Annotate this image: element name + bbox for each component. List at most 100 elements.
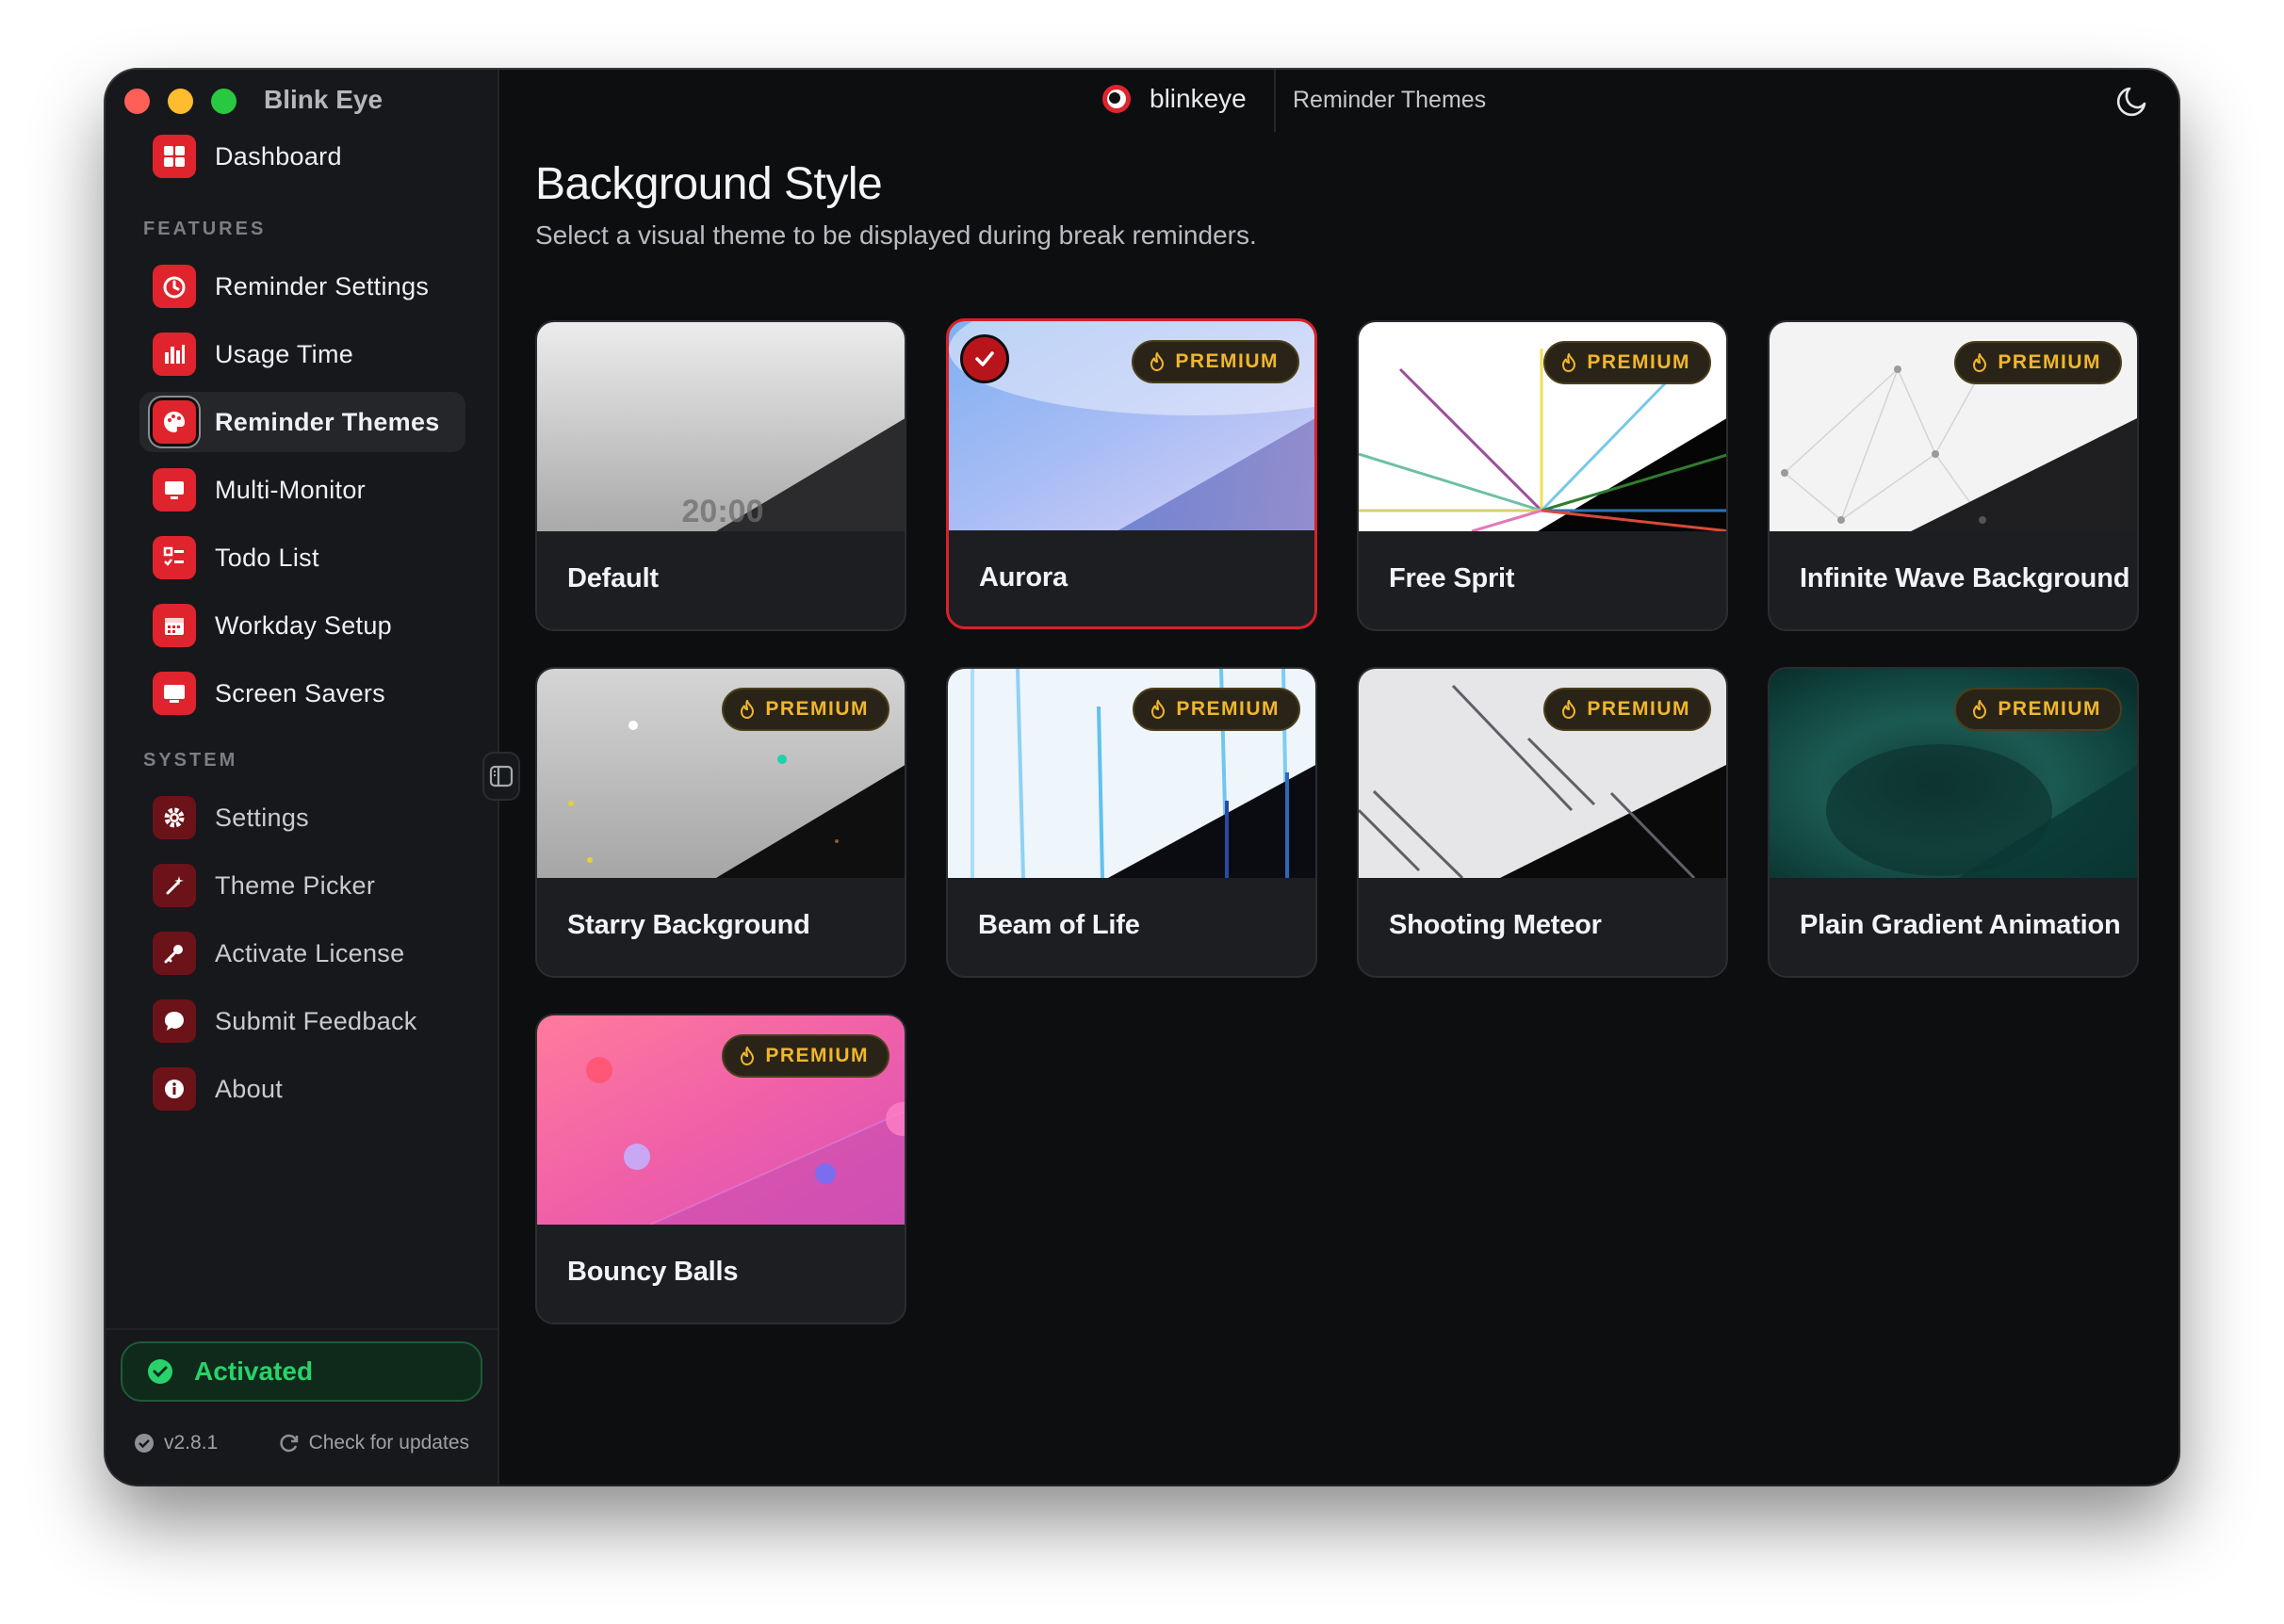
magic-wand-icon [153,864,196,907]
premium-badge: PREMIUM [1954,688,2122,731]
theme-card-shooting-meteor[interactable]: PREMIUM Shooting Meteor [1357,667,1728,978]
premium-badge: PREMIUM [1132,340,1299,383]
sidebar-item-todo-list[interactable]: Todo List [139,528,465,588]
sidebar-item-workday-setup[interactable]: Workday Setup [139,595,465,656]
refresh-icon [279,1434,298,1453]
sidebar-item-about[interactable]: About [139,1059,465,1119]
sidebar-item-label: Dashboard [215,141,342,171]
premium-label: PREMIUM [765,698,869,720]
sidebar-item-label: Settings [215,803,309,832]
theme-card-starry[interactable]: PREMIUM Starry Background [535,667,906,978]
theme-card-title: Aurora [979,562,1068,593]
minimize-window-button[interactable] [168,89,193,114]
premium-badge: PREMIUM [1543,688,1711,731]
sidebar: Blink Eye Dashboard FEATURES Reminder Se… [106,70,499,1485]
sidebar-item-label: Submit Feedback [215,1006,417,1035]
palette-icon [153,400,196,444]
sidebar-item-label: Multi-Monitor [215,475,366,504]
premium-label: PREMIUM [1176,698,1280,720]
sidebar-item-reminder-settings[interactable]: Reminder Settings [139,256,465,317]
calendar-icon [153,604,196,647]
flame-icon [1562,700,1576,719]
license-status-label: Activated [194,1356,314,1386]
sidebar-item-dashboard[interactable]: Dashboard [139,126,465,187]
license-status-button[interactable]: Activated [121,1341,482,1402]
checklist-icon [153,536,196,579]
brand-label: blinkeye [1150,84,1247,113]
sidebar-toggle-button[interactable] [482,752,520,801]
sidebar-item-theme-picker[interactable]: Theme Picker [139,855,465,916]
sidebar-item-label: Theme Picker [215,870,376,900]
sidebar-item-label: Workday Setup [215,610,392,640]
close-window-button[interactable] [124,89,150,114]
sidebar-item-label: Usage Time [215,339,354,368]
theme-card-aurora[interactable]: PREMIUM Aurora [946,318,1317,629]
theme-card-infinite-wave[interactable]: PREMIUM Infinite Wave Background [1768,320,2139,631]
theme-card-beam-of-life[interactable]: PREMIUM Beam of Life [946,667,1317,978]
page-subtitle: Select a visual theme to be displayed du… [535,220,1257,250]
page-title: Background Style [535,159,883,209]
sidebar-footer: v2.8.1 Check for updates [134,1432,469,1454]
premium-badge: PREMIUM [1133,688,1300,731]
sidebar-item-label: About [215,1074,284,1103]
premium-badge: PREMIUM [722,1034,889,1078]
flame-icon [1562,353,1576,372]
theme-card-title: Plain Gradient Animation [1800,910,2121,940]
sidebar-item-settings[interactable]: Settings [139,788,465,848]
sidebar-item-reminder-themes[interactable]: Reminder Themes [139,392,465,452]
system-section-title: SYSTEM [143,750,238,771]
verified-icon [135,1434,154,1453]
blinkeye-logo-icon [1102,85,1131,113]
sidebar-item-submit-feedback[interactable]: Submit Feedback [139,991,465,1051]
sidebar-item-label: Reminder Settings [215,271,430,300]
sidebar-item-usage-time[interactable]: Usage Time [139,324,465,384]
theme-card-title: Beam of Life [978,910,1140,940]
premium-label: PREMIUM [1998,698,2101,720]
premium-badge: PREMIUM [1954,341,2122,384]
version-info: v2.8.1 [134,1432,218,1454]
check-updates-button[interactable]: Check for updates [279,1432,469,1454]
theme-card-free-sprit[interactable]: PREMIUM Free Sprit [1357,320,1728,631]
premium-label: PREMIUM [1998,351,2101,373]
sidebar-item-multi-monitor[interactable]: Multi-Monitor [139,460,465,520]
sidebar-item-label: Reminder Themes [215,407,440,436]
premium-badge: PREMIUM [722,688,889,731]
sidebar-item-screen-savers[interactable]: Screen Savers [139,663,465,723]
sidebar-item-activate-license[interactable]: Activate License [139,923,465,983]
sidebar-item-label: Screen Savers [215,678,385,707]
top-bar: blinkeye Reminder Themes [499,70,2178,132]
flame-icon [741,700,755,719]
flame-icon [1973,700,1987,719]
breadcrumb: Reminder Themes [1293,87,1487,113]
preview-clock: 20:00 [682,494,764,529]
premium-badge: PREMIUM [1543,341,1711,384]
bar-chart-icon [153,333,196,376]
key-icon [153,932,196,975]
theme-card-plain-gradient[interactable]: PREMIUM Plain Gradient Animation [1768,667,2139,978]
sidebar-item-label: Activate License [215,938,405,967]
check-circle-icon [148,1359,172,1384]
window-controls [124,89,237,114]
version-label: v2.8.1 [164,1432,219,1453]
flame-icon [1150,352,1165,371]
premium-label: PREMIUM [1587,698,1690,720]
sidebar-item-label: Todo List [215,543,319,572]
premium-label: PREMIUM [765,1045,869,1066]
theme-card-bouncy-balls[interactable]: PREMIUM Bouncy Balls [535,1014,906,1324]
premium-label: PREMIUM [1587,351,1690,373]
zoom-window-button[interactable] [211,89,237,114]
gear-icon [153,796,196,839]
check-updates-label: Check for updates [308,1432,469,1453]
theme-card-title: Shooting Meteor [1389,910,1602,940]
dashboard-icon [153,135,196,178]
dark-mode-toggle-icon[interactable] [2116,83,2150,117]
theme-card-default[interactable]: 20:00 Default [535,320,906,631]
flame-icon [741,1047,755,1065]
theme-card-title: Starry Background [567,910,810,940]
flame-icon [1973,353,1987,372]
theme-card-title: Free Sprit [1389,563,1515,593]
sidebar-toggle-icon [489,765,514,788]
features-section-title: FEATURES [143,219,267,239]
chat-bubble-icon [153,999,196,1043]
premium-label: PREMIUM [1175,350,1279,372]
